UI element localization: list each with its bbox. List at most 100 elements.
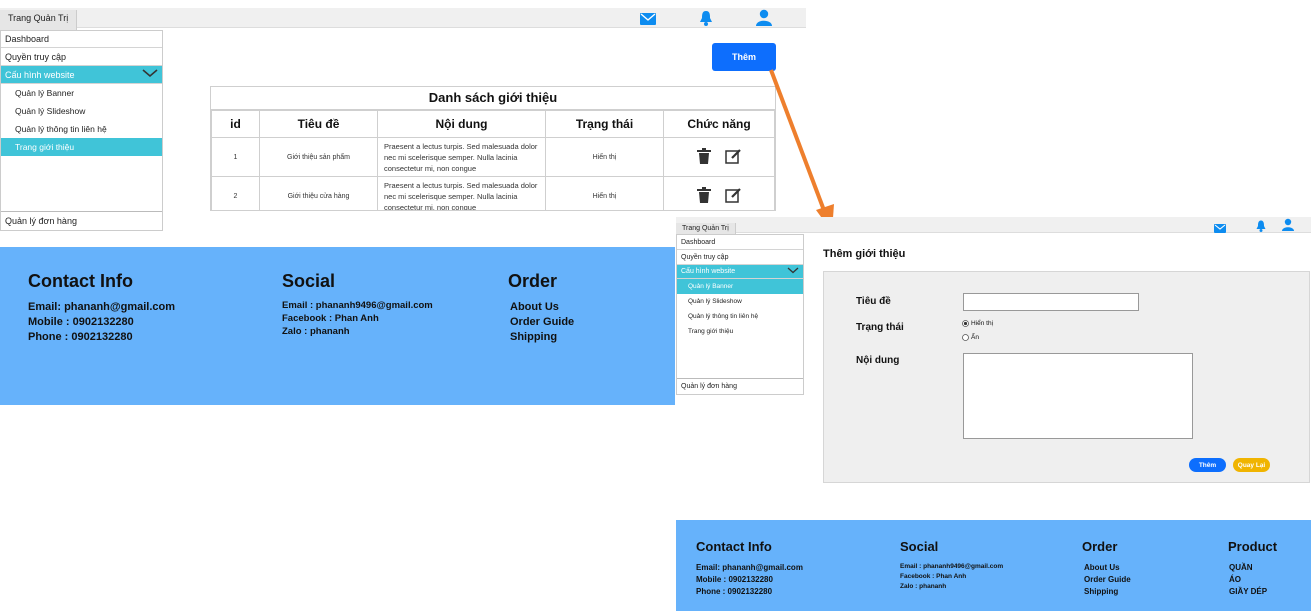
right-sidebar: Dashboard Quyền truy cập Cấu hình websit… xyxy=(676,234,804,395)
footer-product-link[interactable]: GIẦY DÉP xyxy=(1229,587,1267,596)
user-icon[interactable] xyxy=(1282,218,1294,236)
add-button[interactable]: Thêm xyxy=(712,43,776,71)
footer-order-link[interactable]: About Us xyxy=(1084,563,1120,572)
radio-hide[interactable]: Ẩn xyxy=(962,334,979,341)
footer-product-link[interactable]: QUẦN xyxy=(1229,563,1253,572)
content-label: Nội dung xyxy=(856,355,900,366)
footer-social-title: Social xyxy=(900,539,939,554)
left-topbar: Trang Quản Trị xyxy=(0,8,806,31)
chevron-down-icon[interactable] xyxy=(142,69,158,80)
sidebar-subitem-intro[interactable]: Trang giới thiệu xyxy=(677,324,803,339)
bell-icon[interactable] xyxy=(1256,219,1266,237)
sidebar-subitem-intro[interactable]: Trang giới thiệu xyxy=(1,138,162,156)
radio-hide-label: Ẩn xyxy=(971,334,979,341)
row-content: Praesent a lectus turpis. Sed malesuada … xyxy=(377,137,546,177)
sidebar-item-access[interactable]: Quyền truy cập xyxy=(1,48,162,66)
row-status: Hiển thị xyxy=(545,176,664,210)
footer-order-link[interactable]: Shipping xyxy=(510,331,557,343)
title-input[interactable] xyxy=(963,293,1139,311)
footer-social-line[interactable]: Email : phananh9496@gmail.com xyxy=(900,563,1003,570)
sidebar-item-orders[interactable]: Quản lý đơn hàng xyxy=(677,378,803,394)
footer-contact-line: Mobile : 0902132280 xyxy=(28,316,134,328)
sidebar-item-website-config[interactable]: Cấu hình website xyxy=(1,66,162,84)
col-status: Trạng thái xyxy=(545,110,664,138)
footer-order-link[interactable]: Shipping xyxy=(1084,587,1118,596)
form-heading: Thêm giới thiệu xyxy=(823,248,906,260)
left-footer: Contact Info Email: phananh@gmail.com Mo… xyxy=(0,247,675,405)
sidebar-subitem-banner[interactable]: Quản lý Banner xyxy=(1,84,162,102)
sidebar-subitem-slideshow[interactable]: Quản lý Slideshow xyxy=(1,102,162,120)
sidebar-subitem-slideshow[interactable]: Quản lý Slideshow xyxy=(677,294,803,309)
footer-order-link[interactable]: Order Guide xyxy=(1084,575,1131,584)
intro-list-table: Danh sách giới thiệu id Tiêu đề Nội dung… xyxy=(210,86,776,211)
row-content: Praesent a lectus turpis. Sed malesuada … xyxy=(377,176,546,210)
col-title: Tiêu đề xyxy=(259,110,378,138)
footer-social-title: Social xyxy=(282,271,336,291)
chevron-down-icon[interactable] xyxy=(787,267,799,276)
row-title: Giới thiệu cửa hàng xyxy=(259,176,378,210)
footer-social-line[interactable]: Zalo : phananh xyxy=(282,326,350,337)
col-id: id xyxy=(211,110,260,138)
mail-icon[interactable] xyxy=(640,12,656,30)
radio-show[interactable]: Hiển thị xyxy=(962,320,993,327)
row-title: Giới thiệu sản phẩm xyxy=(259,137,378,177)
status-label: Trạng thái xyxy=(856,322,904,333)
edit-icon[interactable] xyxy=(725,187,741,205)
row-id: 2 xyxy=(211,176,260,210)
user-icon[interactable] xyxy=(756,9,772,31)
trash-icon[interactable] xyxy=(697,148,712,166)
table-caption: Danh sách giới thiệu xyxy=(211,87,775,110)
add-intro-form: Tiêu đề Trạng thái Hiển thị Ẩn Nội dung … xyxy=(823,271,1310,483)
footer-product-title: Product xyxy=(1228,539,1278,554)
sidebar-subitem-contact[interactable]: Quản lý thông tin liên hệ xyxy=(677,309,803,324)
footer-contact-title: Contact Info xyxy=(696,539,772,554)
table-row: 1 Giới thiệu sản phẩm Praesent a lectus … xyxy=(211,137,775,177)
footer-contact-line: Phone : 0902132280 xyxy=(28,331,133,343)
sidebar-item-label: Cấu hình website xyxy=(5,69,75,80)
row-id: 1 xyxy=(211,137,260,177)
row-actions xyxy=(663,137,775,177)
sidebar-subitem-banner[interactable]: Quản lý Banner xyxy=(677,279,803,294)
left-sidebar: Dashboard Quyền truy cập Cấu hình websit… xyxy=(0,30,163,231)
row-actions xyxy=(663,176,775,210)
footer-contact-title: Contact Info xyxy=(28,271,133,291)
table-header-row: id Tiêu đề Nội dung Trạng thái Chức năng xyxy=(211,110,775,138)
table: id Tiêu đề Nội dung Trạng thái Chức năng… xyxy=(211,110,775,210)
footer-social-line[interactable]: Facebook : Phan Anh xyxy=(900,573,966,580)
footer-contact-line: Phone : 0902132280 xyxy=(696,587,773,596)
sidebar-item-label: Cấu hình website xyxy=(681,268,736,275)
submit-button[interactable]: Thêm xyxy=(1189,458,1226,472)
row-status: Hiển thị xyxy=(545,137,664,177)
right-footer: Contact Info Email: phananh@gmail.com Mo… xyxy=(676,520,1311,611)
table-row: 2 Giới thiệu cửa hàng Praesent a lectus … xyxy=(211,176,775,210)
content-textarea[interactable] xyxy=(963,353,1193,439)
sidebar-item-dashboard[interactable]: Dashboard xyxy=(1,31,162,48)
sidebar-item-orders[interactable]: Quản lý đơn hàng xyxy=(1,211,162,230)
footer-social-line[interactable]: Email : phananh9496@gmail.com xyxy=(282,300,433,311)
footer-order-link[interactable]: About Us xyxy=(510,301,559,313)
col-content: Nội dung xyxy=(377,110,546,138)
bell-icon[interactable] xyxy=(699,10,713,31)
footer-social-line[interactable]: Facebook : Phan Anh xyxy=(282,313,379,324)
footer-order-title: Order xyxy=(1082,539,1118,554)
footer-order-title: Order xyxy=(508,271,558,291)
footer-contact-line: Mobile : 0902132280 xyxy=(696,575,773,584)
footer-order-link[interactable]: Order Guide xyxy=(510,316,574,328)
footer-contact-line[interactable]: Email: phananh@gmail.com xyxy=(696,563,803,572)
left-topbar-title[interactable]: Trang Quản Trị xyxy=(0,10,78,30)
edit-icon[interactable] xyxy=(725,148,741,166)
footer-contact-line[interactable]: Email: phananh@gmail.com xyxy=(28,301,175,313)
sidebar-item-website-config[interactable]: Cấu hình website xyxy=(677,265,803,279)
sidebar-item-dashboard[interactable]: Dashboard xyxy=(677,235,803,250)
footer-product-link[interactable]: ÁO xyxy=(1229,575,1241,584)
back-button[interactable]: Quay Lại xyxy=(1233,458,1270,472)
title-label: Tiêu đề xyxy=(856,296,891,307)
footer-social-line[interactable]: Zalo : phananh xyxy=(900,583,946,590)
right-topbar: Trang Quản Trị xyxy=(676,217,1311,239)
mail-icon[interactable] xyxy=(1214,220,1226,238)
sidebar-item-access[interactable]: Quyền truy cập xyxy=(677,250,803,265)
radio-show-label: Hiển thị xyxy=(971,320,994,327)
sidebar-subitem-contact[interactable]: Quản lý thông tin liên hệ xyxy=(1,120,162,138)
col-actions: Chức năng xyxy=(663,110,775,138)
trash-icon[interactable] xyxy=(697,187,712,205)
